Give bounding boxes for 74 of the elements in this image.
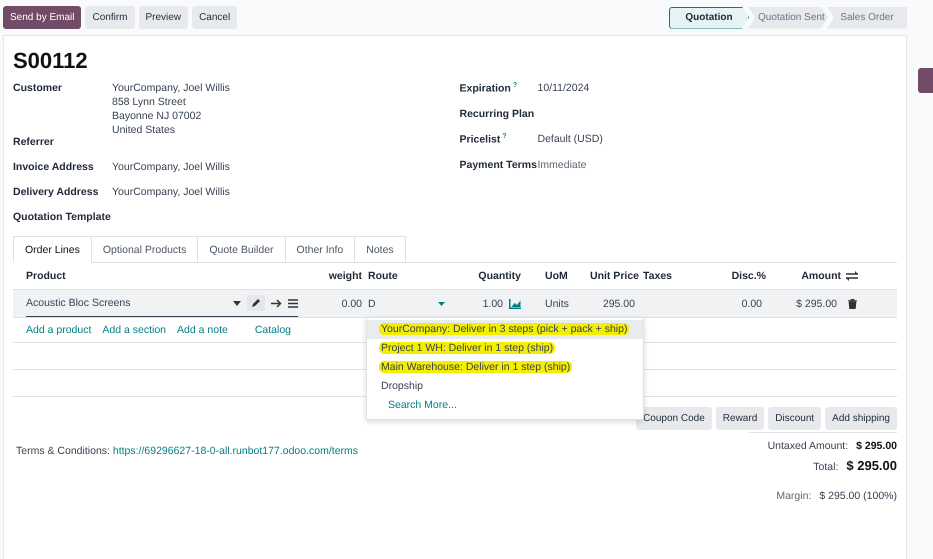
tab[interactable]: Notes <box>354 236 406 263</box>
field-value[interactable]: Default (USD) <box>538 133 603 158</box>
dropdown-option[interactable]: YourCompany: Deliver in 3 steps (pick + pack + ship) <box>367 320 644 338</box>
field-value[interactable]: YourCompany, Joel Willis <box>112 82 230 94</box>
field-label: Recurring Plan <box>460 108 536 122</box>
column-header: Amount <box>800 270 841 282</box>
tab[interactable]: Order Lines <box>13 236 92 263</box>
field-label: Delivery Address <box>13 186 100 200</box>
send-button[interactable]: Send by Email <box>3 6 82 29</box>
field-value[interactable]: Bayonne NJ 07002 <box>112 110 230 122</box>
pencil-icon <box>251 298 261 308</box>
table-cell-text: 0.00 <box>340 298 363 310</box>
table-cell-text: 0.00 <box>740 298 763 310</box>
status-step[interactable]: Quotation Sent <box>748 6 828 28</box>
total-label: Total: <box>813 461 838 473</box>
column-header: Disc.% <box>730 270 766 282</box>
column-header: Product <box>26 270 67 282</box>
field-label: Quotation Template <box>13 211 112 225</box>
field-value[interactable]: 858 Lynn Street <box>112 96 230 108</box>
line-action-button[interactable]: Reward <box>716 407 764 430</box>
column-header: UoM <box>544 270 569 282</box>
field-value[interactable]: YourCompany, Joel Willis <box>112 161 230 173</box>
trash-icon[interactable] <box>848 298 856 308</box>
table-cell: 1.00 <box>482 298 503 310</box>
add-link[interactable]: Add a section <box>102 324 166 336</box>
field-value[interactable]: Immediate <box>538 158 587 184</box>
column-header: Route <box>367 270 399 282</box>
field-label: Expiration $^{?}$ <box>460 82 518 96</box>
field-label: Customer <box>13 82 64 96</box>
table-cell-text: Units <box>544 298 570 310</box>
product-field[interactable]: Acoustic Bloc Screens <box>26 297 227 309</box>
total-value: $ 295.00 <box>856 440 897 452</box>
line-action-button[interactable]: Add shipping <box>825 407 897 430</box>
add-link[interactable]: Catalog <box>254 324 292 336</box>
action-button[interactable]: Cancel <box>192 6 238 29</box>
record-title: S00112 <box>13 48 89 74</box>
column-settings-icon[interactable] <box>846 271 858 281</box>
chart-icon[interactable] <box>509 298 521 308</box>
status-step[interactable]: Quotation <box>669 6 749 28</box>
terms-link[interactable]: https://69296627-18-0-all.runbot177.odoo.com/terms <box>112 445 358 457</box>
status-step[interactable]: Sales Order <box>827 6 907 28</box>
action-button[interactable]: Preview <box>138 6 188 29</box>
arrow-icon[interactable] <box>271 298 282 308</box>
field-label: Invoice Address <box>13 161 95 175</box>
margin-label: Margin: <box>776 490 812 502</box>
dropdown-option[interactable]: Dropship <box>367 376 644 396</box>
column-header: Taxes <box>642 270 673 282</box>
field-label: Payment Terms <box>460 158 538 172</box>
total-label: Untaxed Amount: <box>768 440 848 452</box>
column-header: Unit Price <box>588 270 639 282</box>
route-field[interactable]: D <box>368 298 438 310</box>
add-link[interactable]: Add a note <box>177 324 228 336</box>
column-header: Quantity <box>477 270 521 282</box>
table-cell-text: 295.00 <box>602 298 636 310</box>
caret-icon[interactable] <box>233 300 241 306</box>
field-label: Referrer <box>13 136 55 150</box>
table-cell-text: $ 295.00 <box>795 298 838 310</box>
margin-value: $ 295.00 (100%) <box>819 490 897 502</box>
menu-icon[interactable] <box>288 298 298 308</box>
column-header: weight <box>328 270 363 282</box>
field-value[interactable]: YourCompany, Joel Willis <box>112 186 230 198</box>
field-value[interactable]: United States <box>112 124 230 136</box>
total-value: $ 295.00 <box>846 458 897 473</box>
line-action-button[interactable]: Discount <box>768 407 822 430</box>
edit-button[interactable] <box>247 295 265 311</box>
field-label: Pricelist $^{?}$ <box>460 133 508 148</box>
terms-text: Terms & Conditions: https://69296627-18-0-all.runbot177.odoo.com/terms <box>15 444 358 459</box>
action-button[interactable]: Confirm <box>85 6 134 29</box>
field-value[interactable]: 10/11/2024 <box>538 82 590 108</box>
dropdown-option[interactable]: Project 1 WH: Deliver in 1 step (ship) <box>367 338 644 358</box>
dropdown-option[interactable]: Main Warehouse: Deliver in 1 step (ship) <box>367 358 644 376</box>
tab[interactable]: Optional Products <box>90 236 198 263</box>
line-action-button[interactable]: Coupon Code <box>636 407 712 430</box>
add-link[interactable]: Add a product <box>26 324 92 336</box>
